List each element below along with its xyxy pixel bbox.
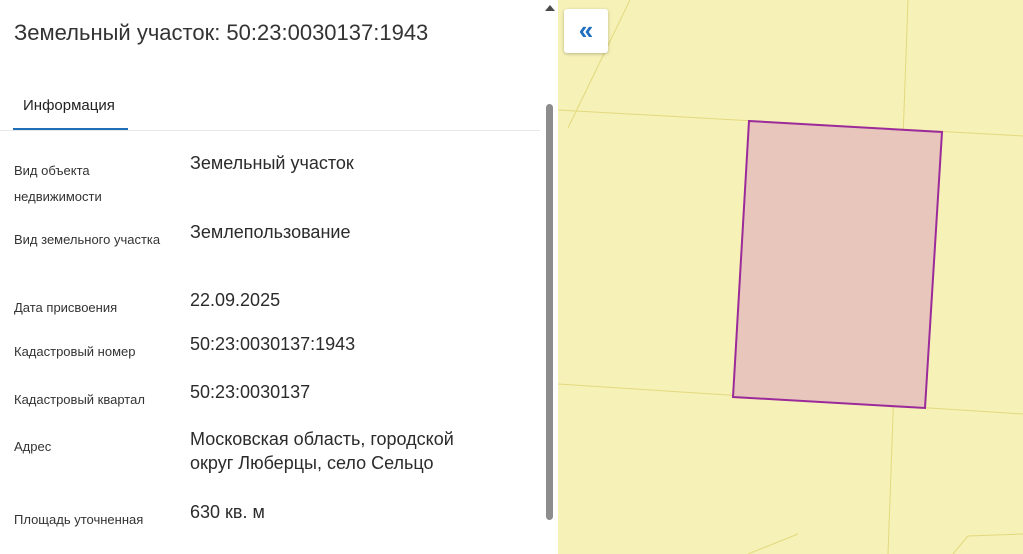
panel-scrollbar[interactable] — [541, 0, 558, 554]
field-label: Вид земельного участка — [14, 232, 161, 247]
map-canvas[interactable] — [558, 0, 1023, 554]
tab-bar: Информация — [0, 86, 540, 131]
land-parcel-polygon[interactable] — [731, 119, 944, 410]
field-value: 50:23:0030137 — [190, 382, 311, 402]
field-value: 22.09.2025 — [190, 290, 281, 310]
info-panel: Земельный участок: 50:23:0030137:1943 Ин… — [0, 0, 558, 554]
field-label: Кадастровый квартал — [14, 392, 145, 407]
scroll-up-arrow-icon[interactable] — [545, 5, 555, 11]
field-label: Дата присвоения — [14, 300, 118, 315]
field-label: Кадастровый номер — [14, 344, 136, 359]
tab-information-label: Информация — [23, 97, 115, 114]
field-value: 630 кв. м — [190, 502, 265, 522]
double-chevron-left-icon: « — [578, 14, 594, 45]
tab-information[interactable]: Информация — [13, 86, 128, 130]
field-label: Вид объекта недвижимости — [14, 163, 102, 204]
field-value: Московская область, городской округ Любе… — [190, 429, 454, 473]
collapse-panel-button[interactable]: « — [564, 9, 608, 53]
field-label: Адрес — [14, 439, 52, 454]
field-value: Земельный участок — [190, 153, 354, 173]
field-value: Землепользование — [190, 222, 351, 242]
page-title: Земельный участок: 50:23:0030137:1943 — [14, 20, 429, 45]
map-view[interactable] — [558, 0, 1023, 554]
field-label: Площадь уточненная — [14, 512, 144, 527]
scroll-thumb[interactable] — [546, 104, 553, 520]
field-value: 50:23:0030137:1943 — [190, 334, 356, 354]
